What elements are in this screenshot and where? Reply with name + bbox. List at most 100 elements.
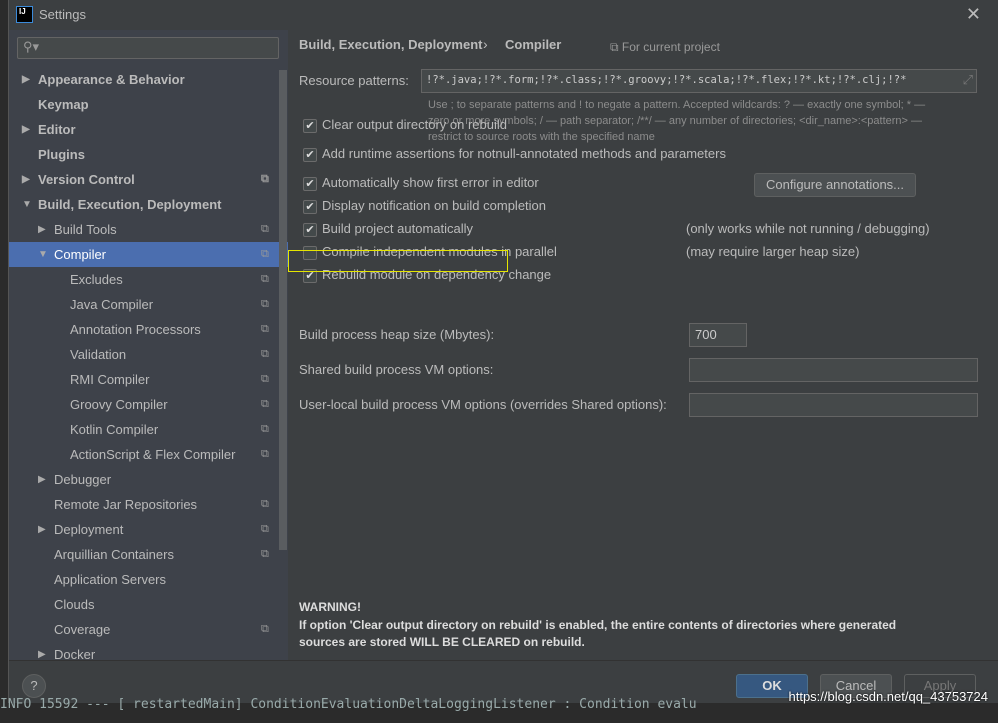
expand-arrow-icon[interactable]: ▶ [38,467,46,492]
project-scope-icon: ⧉ [261,623,269,635]
tree-item-label: Compiler [54,247,107,262]
tree-item[interactable]: Arquillian Containers ⧉ [9,542,288,567]
expand-arrow-icon[interactable]: ▶ [22,117,30,142]
tree-item[interactable]: Plugins [9,142,288,167]
tree-item-label: Excludes [70,272,123,287]
tree-item[interactable]: Coverage ⧉ [9,617,288,642]
project-scope-icon: ⧉ [261,323,269,335]
breadcrumb-separator: › [483,36,488,52]
tree-item[interactable]: Annotation Processors ⧉ [9,317,288,342]
project-scope-icon: ⧉ [261,248,269,260]
tree-item[interactable]: RMI Compiler ⧉ [9,367,288,392]
tree-item[interactable]: ▶ Version Control ⧉ [9,167,288,192]
tree-item-label: Annotation Processors [70,322,201,337]
project-scope-icon: ⧉ [261,348,269,360]
configure-annotations-button[interactable]: Configure annotations... [754,173,916,197]
tree-item[interactable]: Kotlin Compiler ⧉ [9,417,288,442]
watermark: https://blog.csdn.net/qq_43753724 [788,689,989,704]
project-scope-icon: ⧉ [261,398,269,410]
expand-arrow-icon[interactable]: ▶ [38,217,46,242]
project-scope-icon: ⧉ [261,498,269,510]
expand-icon[interactable]: ⤢ [962,72,973,88]
scope-text: For current project [621,40,720,54]
sidebar-scrollbar[interactable] [279,70,287,550]
project-scope-icon: ⧉ [261,423,269,435]
tree-item-label: RMI Compiler [70,372,150,387]
breadcrumb-current: Compiler [505,37,562,52]
checkbox-label[interactable]: Build project automatically [322,221,473,236]
tree-item[interactable]: ActionScript & Flex Compiler ⧉ [9,442,288,467]
tree-item[interactable]: ▶ Editor [9,117,288,142]
hint-line: Use ; to separate patterns and ! to nega… [428,99,926,111]
settings-dialog: IJ Settings ✕ ⚲▾ ▶ Appearance & Behavior K… [8,0,998,705]
collapse-arrow-icon[interactable]: ▼ [38,242,48,267]
window-title: Settings [39,7,86,22]
tree-item-label: Groovy Compiler [70,397,168,412]
tree-item-label: Application Servers [54,572,166,587]
checkbox-label[interactable]: Add runtime assertions for notnull-annot… [322,146,726,161]
tree-item-label: Build, Execution, Deployment [38,197,222,212]
project-scope-icon: ⧉ [261,523,269,535]
heap-size-value: 700 [695,327,717,342]
checkbox[interactable]: ✔ [303,177,317,191]
expand-arrow-icon[interactable]: ▶ [22,167,30,192]
collapse-arrow-icon[interactable]: ▼ [22,192,32,217]
shared-vm-input[interactable] [689,358,978,382]
tree-item-label: Java Compiler [70,297,154,312]
checkbox[interactable]: ✔ [303,148,317,162]
breadcrumb-parent: Build, Execution, Deployment [299,37,483,52]
search-input[interactable]: ⚲▾ [17,37,279,59]
user-vm-input[interactable] [689,393,978,417]
close-icon[interactable]: ✕ [966,4,981,25]
expand-arrow-icon[interactable]: ▶ [22,67,30,92]
help-button[interactable]: ? [22,674,46,698]
checkbox-label[interactable]: Automatically show first error in editor [322,175,539,190]
tree-item[interactable]: ▶ Build Tools ⧉ [9,217,288,242]
heap-size-input[interactable]: 700 [689,323,747,347]
tree-item-label: Build Tools [54,222,117,237]
scope-label: ⧉ For current project [610,40,720,55]
project-scope-icon: ⧉ [261,548,269,560]
tree-item[interactable]: Validation ⧉ [9,342,288,367]
checkbox-label[interactable]: Clear output directory on rebuild [322,117,507,132]
tree-item[interactable]: ▼ Build, Execution, Deployment [9,192,288,217]
tree-item-label: Arquillian Containers [54,547,174,562]
project-scope-icon: ⧉ [261,298,269,310]
tree-item[interactable]: Java Compiler ⧉ [9,292,288,317]
checkbox-note: (may require larger heap size) [686,244,860,259]
project-scope-icon: ⧉ [261,448,269,460]
tree-item[interactable]: ▶ Appearance & Behavior [9,67,288,92]
highlight-box [288,250,508,272]
tree-item[interactable]: Keymap [9,92,288,117]
tree-item[interactable]: ▶ Deployment ⧉ [9,517,288,542]
expand-arrow-icon[interactable]: ▶ [38,517,46,542]
tree-item-label: Plugins [38,147,85,162]
tree-item-label: Remote Jar Repositories [54,497,198,512]
copy-icon: ⧉ [610,40,622,54]
tree-item-label: Keymap [38,97,89,112]
resource-patterns-input[interactable]: !?*.java;!?*.form;!?*.class;!?*.groovy;!… [421,69,977,93]
tree-item[interactable]: Remote Jar Repositories ⧉ [9,492,288,517]
tree-item[interactable]: Excludes ⧉ [9,267,288,292]
tree-item-label: Editor [38,122,76,137]
project-scope-icon: ⧉ [261,273,269,285]
editor-console-background: INFO 15592 --- [ restartedMain] Conditio… [0,697,998,716]
tree-item[interactable]: ▶ Debugger [9,467,288,492]
tree-item[interactable]: Groovy Compiler ⧉ [9,392,288,417]
heap-size-label: Build process heap size (Mbytes): [299,327,495,342]
tree-item-label: Kotlin Compiler [70,422,159,437]
tree-item-label: Validation [70,347,127,362]
intellij-logo-icon: IJ [16,6,33,23]
tree-item[interactable]: ▼ Compiler ⧉ [9,242,288,267]
checkbox[interactable]: ✔ [303,200,317,214]
search-icon: ⚲▾ [23,39,40,54]
checkbox-label[interactable]: Display notification on build completion [322,198,546,213]
tree-item[interactable]: Clouds [9,592,288,617]
tree-item[interactable]: Application Servers [9,567,288,592]
tree-item-label: Version Control [38,172,135,187]
checkbox[interactable]: ✔ [303,119,317,133]
warning-text: sources are stored WILL BE CLEARED on re… [299,635,585,649]
console-text: INFO 15592 --- [ restartedMain] Conditio… [0,697,697,712]
checkbox[interactable]: ✔ [303,223,317,237]
warning-title: WARNING! [299,600,361,614]
